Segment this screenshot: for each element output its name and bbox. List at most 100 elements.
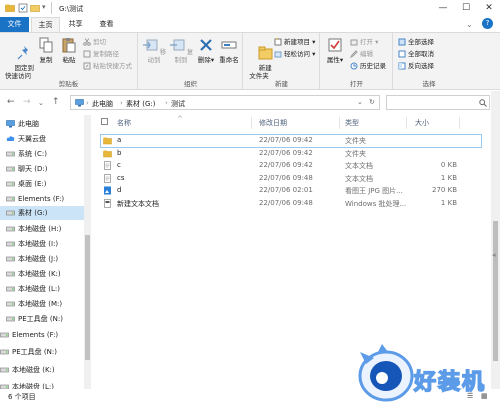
open-button[interactable]: 打开 ▾	[350, 37, 378, 47]
move-to-button[interactable]: 移动到	[141, 35, 167, 64]
cut-button[interactable]: 剪切	[83, 37, 106, 47]
delete-button[interactable]: 删除▾	[195, 35, 217, 64]
navigation-scrollbar[interactable]	[84, 115, 91, 389]
nav-item-label: 本地磁盘 (I:)	[18, 240, 59, 248]
tab-home[interactable]: 主页	[31, 17, 60, 32]
file-row[interactable]: 新建文本文档 22/07/06 09:48 Windows 批处理... 1 KB	[101, 198, 481, 210]
history-button[interactable]: 历史记录	[350, 61, 386, 71]
up-arrow-icon[interactable]: ↑	[52, 97, 60, 107]
nav-item[interactable]: Elements (F:)	[0, 192, 84, 206]
nav-item[interactable]: 此电脑	[0, 117, 84, 131]
nav-item[interactable]: 桌面 (E:)	[0, 177, 84, 191]
file-row[interactable]: cs 22/07/06 09:48 文本文档 1 KB	[101, 173, 481, 185]
nav-item[interactable]: 天翼云盘	[0, 132, 84, 146]
search-input[interactable]	[386, 95, 490, 110]
select-group-title: 选择	[422, 80, 436, 88]
nav-item[interactable]: PE工具盘 (N:)	[0, 345, 84, 359]
new-folder-icon	[258, 46, 273, 60]
search-icon	[479, 99, 487, 107]
nav-item[interactable]: 素材 (G:)	[0, 206, 84, 220]
nav-item[interactable]: 本地磁盘 (K:)	[0, 363, 84, 377]
history-label: 历史记录	[360, 62, 386, 70]
column-size-header[interactable]: 大小	[415, 118, 429, 128]
new-group: 新建 文件夹 新建项目 ▾ 轻松访问 ▾ 新建	[244, 33, 320, 89]
rename-button[interactable]: 重命名	[217, 35, 241, 64]
copy-button[interactable]: 复制	[35, 35, 57, 64]
cloud-icon	[6, 136, 15, 141]
scissors-icon	[83, 38, 91, 46]
nav-item[interactable]: 本地磁盘 (L:)	[0, 282, 84, 296]
refresh-icon[interactable]: ↻	[369, 98, 375, 106]
drive-icon	[6, 196, 15, 202]
nav-item[interactable]: 本地磁盘 (M:)	[0, 297, 84, 311]
drive-icon	[6, 301, 15, 307]
maximize-button[interactable]: ☐	[457, 0, 475, 17]
address-dropdown-icon[interactable]: ⌄	[357, 98, 363, 106]
drive-icon	[6, 151, 15, 157]
back-arrow-icon[interactable]: ←	[7, 97, 15, 107]
scrollbar-thumb[interactable]	[85, 235, 90, 360]
breadcrumb-test-folder[interactable]: 测试	[171, 99, 185, 109]
quick-access-dropdown-icon[interactable]: ▾	[42, 3, 46, 11]
easy-access-button[interactable]: 轻松访问 ▾	[274, 49, 315, 59]
nav-item[interactable]: 系统 (C:)	[0, 147, 84, 161]
file-row[interactable]: a 22/07/06 09:42 文件夹	[100, 134, 482, 148]
nav-item[interactable]: PE工具盘 (N:)	[0, 312, 84, 326]
column-date-header[interactable]: 修改日期	[259, 118, 287, 128]
column-type-header[interactable]: 类型	[345, 118, 359, 128]
copy-to-button[interactable]: 复制到	[168, 35, 194, 64]
select-none-button[interactable]: 全部取消	[398, 49, 434, 59]
tab-view[interactable]: 查看	[92, 17, 121, 32]
nav-item[interactable]: Elements (F:)	[0, 328, 84, 342]
invert-selection-button[interactable]: 反向选择	[398, 61, 434, 71]
select-all-icon	[398, 38, 406, 46]
divider	[51, 2, 52, 14]
drive-icon	[6, 226, 15, 232]
nav-item[interactable]: 本地磁盘 (K:)	[0, 267, 84, 281]
paste-button[interactable]: 粘贴	[58, 35, 80, 64]
column-name-header[interactable]: 名称	[117, 118, 131, 128]
easy-access-label: 轻松访问	[284, 50, 310, 58]
text-file-icon	[104, 161, 111, 170]
paste-shortcut-button[interactable]: 粘贴快捷方式	[83, 61, 132, 71]
organize-group-title: 组织	[184, 80, 197, 88]
copy-path-label: 复制路径	[93, 50, 119, 58]
help-icon[interactable]: ?	[482, 18, 493, 29]
new-folder-icon[interactable]	[30, 3, 40, 13]
select-all-checkbox[interactable]	[101, 118, 108, 125]
nav-item[interactable]: 本地磁盘 (J:)	[0, 252, 84, 266]
nav-item[interactable]: 本地磁盘 (H:)	[0, 222, 84, 236]
file-date: 22/07/06 09:48	[259, 173, 313, 182]
copy-path-button[interactable]: 复制路径	[83, 49, 119, 59]
edit-button[interactable]: 编辑	[350, 49, 373, 59]
breadcrumb-separator: ›	[86, 99, 89, 107]
file-row[interactable]: c 22/07/06 09:42 文本文档 0 KB	[101, 160, 481, 172]
watermark-logo: 好装机	[358, 342, 500, 404]
nav-item-label: PE工具盘 (N:)	[18, 315, 63, 323]
address-input[interactable]: › 此电脑 › 素材 (G:) › 测试 ⌄ ↻	[70, 95, 380, 110]
tab-share[interactable]: 共享	[61, 17, 90, 32]
navigation-pane: 此电脑 天翼云盘 系统 (C:) 聊天 (D:) 桌面 (E:) Elements (F:…	[0, 115, 91, 391]
forward-arrow-icon[interactable]: →	[23, 97, 31, 107]
rename-label: 重命名	[219, 56, 239, 64]
file-row[interactable]: d 22/07/06 02:01 看图王 JPG 图片... 270 KB	[101, 185, 481, 197]
ribbon-tabs: 文件 主页 共享 查看 ⌄ ?	[0, 17, 500, 32]
scrollbar-thumb[interactable]	[493, 221, 498, 361]
breadcrumb-this-pc[interactable]: 此电脑	[92, 99, 113, 109]
nav-item[interactable]: 本地磁盘 (I:)	[0, 237, 84, 251]
expand-arrow-icon[interactable]: ◂	[492, 251, 496, 259]
tab-file[interactable]: 文件	[0, 17, 29, 32]
collapse-ribbon-icon[interactable]: ⌄	[466, 20, 473, 29]
nav-item[interactable]: 聊天 (D:)	[0, 162, 84, 176]
properties-icon[interactable]	[18, 3, 28, 13]
select-none-label: 全部取消	[408, 50, 434, 58]
minimize-button[interactable]: —	[434, 0, 452, 17]
close-button[interactable]: ✕	[480, 0, 498, 17]
select-all-button[interactable]: 全部选择	[398, 37, 434, 47]
file-row[interactable]: b 22/07/06 09:42 文件夹	[101, 148, 481, 160]
recent-locations-icon[interactable]: ⌄	[38, 99, 44, 107]
breadcrumb-drive-g[interactable]: 素材 (G:)	[126, 99, 155, 109]
new-item-button[interactable]: 新建项目 ▾	[274, 37, 315, 47]
new-item-label: 新建项目	[284, 38, 310, 46]
properties-button[interactable]: 属性▾	[323, 35, 347, 64]
